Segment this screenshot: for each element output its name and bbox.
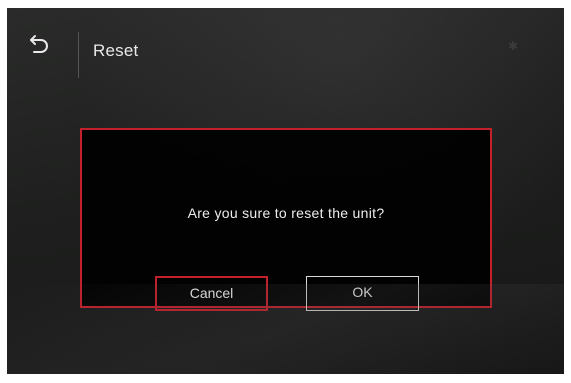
screen: Reset ✱ Are you sure to reset the unit? … xyxy=(7,8,564,374)
cancel-button[interactable]: Cancel xyxy=(155,276,268,311)
page-title: Reset xyxy=(93,41,139,60)
reset-confirm-dialog: Are you sure to reset the unit? Cancel O… xyxy=(80,128,492,311)
dialog-message: Are you sure to reset the unit? xyxy=(187,205,385,221)
back-arrow-icon xyxy=(29,32,71,54)
bluetooth-icon: ✱ xyxy=(508,39,519,53)
ok-button[interactable]: OK xyxy=(306,276,419,311)
header-bar: Reset ✱ xyxy=(7,8,564,78)
header-divider xyxy=(78,32,79,78)
back-button[interactable] xyxy=(29,32,71,74)
